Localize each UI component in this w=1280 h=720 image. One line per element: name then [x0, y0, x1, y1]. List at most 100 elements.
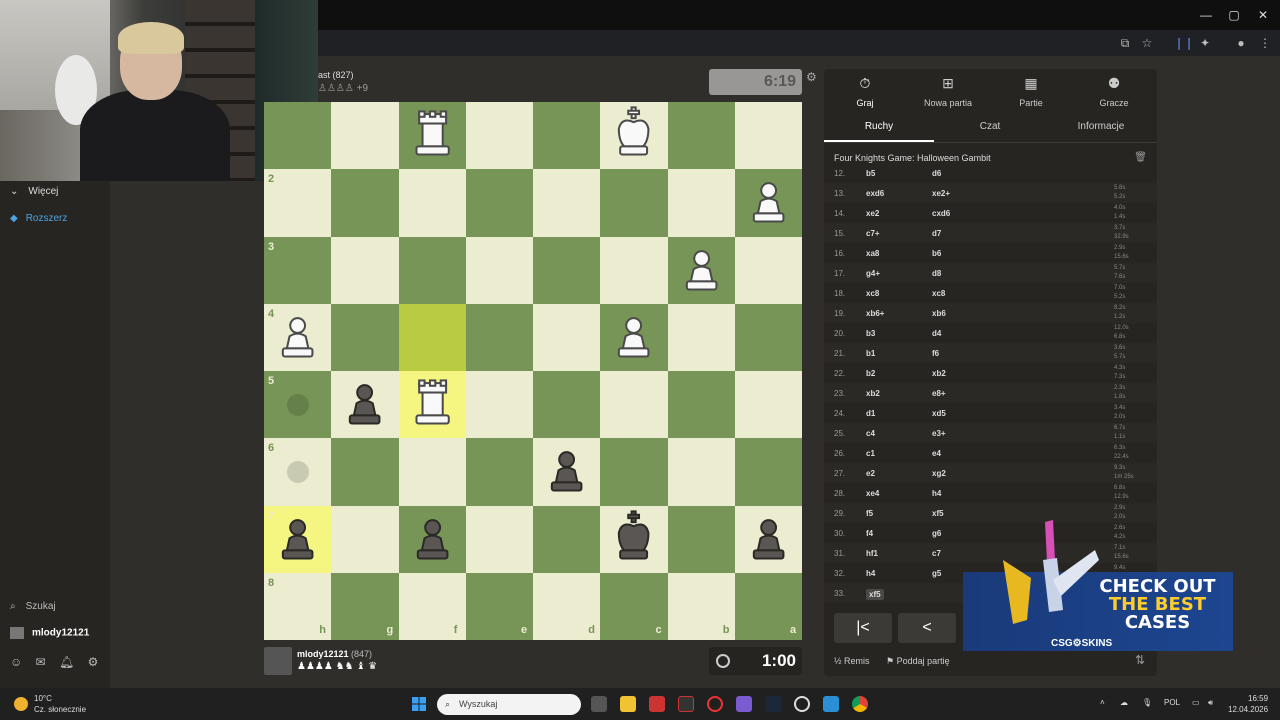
board-square[interactable]	[264, 102, 332, 170]
app-icon[interactable]	[736, 696, 752, 712]
black-move[interactable]: e4	[932, 449, 941, 458]
board-square[interactable]	[734, 102, 802, 170]
tab-moves[interactable]: Ruchy	[824, 121, 934, 142]
white-move[interactable]: b3	[866, 329, 875, 338]
board-square[interactable]	[465, 505, 533, 573]
board-square[interactable]	[667, 102, 735, 170]
board-square[interactable]	[533, 236, 601, 304]
player-name[interactable]: mlody12121 (847)	[297, 649, 372, 659]
white-move[interactable]: xb2	[866, 389, 880, 398]
white-pawn-icon[interactable]	[600, 304, 667, 371]
menu-icon[interactable]: ⋮	[1256, 35, 1274, 51]
mail-icon[interactable]: ✉	[36, 655, 46, 669]
black-move[interactable]: xd5	[932, 409, 946, 418]
black-move[interactable]: d8	[932, 269, 941, 278]
black-move[interactable]: g5	[932, 569, 941, 578]
board-square[interactable]	[667, 371, 735, 439]
black-pawn-icon[interactable]	[399, 506, 466, 573]
black-move[interactable]: xf5	[932, 509, 944, 518]
windows-start-icon[interactable]	[412, 697, 426, 711]
white-move[interactable]: b5	[866, 169, 875, 178]
store-icon[interactable]	[823, 696, 839, 712]
white-move[interactable]: b1	[866, 349, 875, 358]
board-square[interactable]	[600, 169, 668, 237]
black-move[interactable]: xc8	[932, 289, 945, 298]
board-square[interactable]	[667, 303, 735, 371]
black-move[interactable]: e8+	[932, 389, 946, 398]
black-move[interactable]: f6	[932, 349, 939, 358]
white-rook-icon[interactable]	[399, 371, 466, 438]
resign-button[interactable]: ⚑ Poddaj partię	[886, 656, 950, 667]
puzzle-icon[interactable]: ✦	[1196, 35, 1214, 51]
board-square[interactable]	[465, 169, 533, 237]
tab-chat[interactable]: Czat	[935, 121, 1045, 132]
volume-icon[interactable]: 🔊︎	[1208, 698, 1213, 708]
board-square[interactable]	[398, 303, 466, 371]
black-move[interactable]: d6	[932, 169, 941, 178]
board-square[interactable]	[667, 505, 735, 573]
opponent-name[interactable]: ast (827)	[318, 70, 354, 80]
black-move[interactable]: h4	[932, 489, 941, 498]
flip-board-icon[interactable]: ⇅	[1135, 653, 1145, 667]
chess-board[interactable]: 2 3 4 5 6 7 8 h g f e d c b a	[264, 102, 802, 640]
language-indicator[interactable]: POL	[1164, 698, 1180, 707]
black-king-icon[interactable]	[600, 506, 667, 573]
white-move[interactable]: h4	[866, 569, 875, 578]
taskbar-search-input[interactable]: ⌕ Wyszukaj	[437, 694, 581, 715]
shield-app-icon[interactable]	[649, 696, 665, 712]
black-move[interactable]: cxd6	[932, 209, 950, 218]
board-square[interactable]	[533, 102, 601, 170]
white-move[interactable]: hf1	[866, 549, 878, 558]
board-square[interactable]	[533, 505, 601, 573]
white-move[interactable]: c1	[866, 449, 875, 458]
black-move[interactable]: xg2	[932, 469, 946, 478]
tab-new-game[interactable]: ⊞ Nowa partia	[907, 75, 989, 108]
maximize-button[interactable]: ▢	[1224, 6, 1244, 24]
board-square[interactable]	[734, 236, 802, 304]
white-pawn-icon[interactable]	[668, 237, 735, 304]
board-square[interactable]	[600, 371, 668, 439]
profile-icon[interactable]: ●	[1232, 35, 1250, 51]
black-move[interactable]: d4	[932, 329, 941, 338]
white-move[interactable]: xc8	[866, 289, 879, 298]
prev-move-button[interactable]: <	[898, 613, 956, 643]
bell-icon[interactable]: 🔔︎	[59, 655, 74, 669]
board-square[interactable]	[734, 438, 802, 506]
black-move[interactable]: xb6	[932, 309, 946, 318]
white-move[interactable]: d1	[866, 409, 875, 418]
legal-move-dot[interactable]	[286, 393, 309, 416]
white-move[interactable]: exd6	[866, 189, 884, 198]
monitor-icon[interactable]: ▭	[1192, 698, 1200, 707]
white-move[interactable]: f4	[866, 529, 873, 538]
board-square[interactable]	[331, 438, 399, 506]
white-king-icon[interactable]	[600, 102, 667, 169]
white-move[interactable]: g4+	[866, 269, 880, 278]
board-square[interactable]	[465, 438, 533, 506]
star-icon[interactable]: ☆	[1138, 35, 1156, 51]
tab-play[interactable]: ⏱ Graj	[824, 75, 906, 108]
board-square[interactable]	[533, 169, 601, 237]
board-square[interactable]	[465, 236, 533, 304]
friends-icon[interactable]: ☺	[10, 655, 22, 669]
close-button[interactable]: ✕	[1253, 6, 1273, 24]
white-rook-icon[interactable]	[399, 102, 466, 169]
sidebar-item-more[interactable]: ⌄ Więcej	[10, 186, 58, 197]
cast-icon[interactable]: ⧉	[1116, 35, 1134, 51]
white-move[interactable]: xe2	[866, 209, 879, 218]
board-square[interactable]	[667, 169, 735, 237]
board-square[interactable]	[331, 169, 399, 237]
white-move[interactable]: xb6+	[866, 309, 884, 318]
white-move[interactable]: xa8	[866, 249, 879, 258]
ad-banner[interactable]: CHECK OUT THE BEST CASES CSG⚙SKINS	[963, 520, 1233, 651]
sidebar-search[interactable]: ⌕ Szukaj	[10, 601, 56, 612]
weather-widget[interactable]: 10°C Cz. słonecznie	[34, 693, 86, 715]
trash-icon[interactable]: 🗑︎	[1134, 152, 1147, 163]
board-square[interactable]	[398, 438, 466, 506]
board-square[interactable]	[734, 303, 802, 371]
black-move[interactable]: e3+	[932, 429, 946, 438]
board-square[interactable]	[398, 169, 466, 237]
board-square[interactable]	[331, 236, 399, 304]
board-square[interactable]	[331, 102, 399, 170]
board-square[interactable]	[331, 303, 399, 371]
black-move[interactable]: d7	[932, 229, 941, 238]
